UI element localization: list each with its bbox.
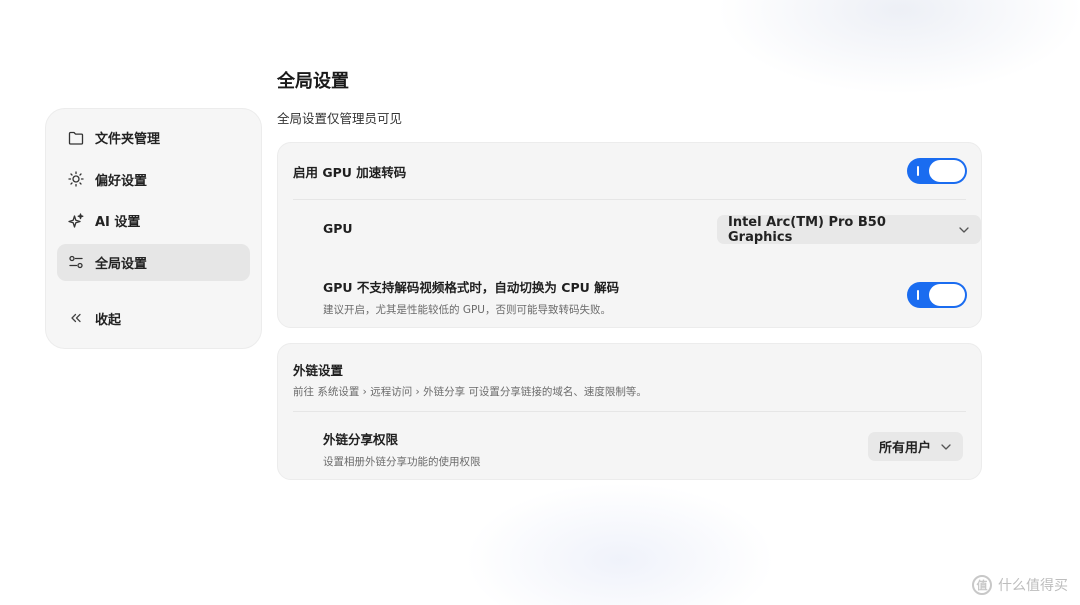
watermark-logo-icon: 值 [972,575,992,595]
toggle-knob [929,160,965,182]
sidebar-item-label: AI 设置 [95,215,141,230]
sidebar-item-label: 全局设置 [95,256,148,272]
sun-icon [67,170,85,188]
sidebar-item-folder-management[interactable]: 文件夹管理 [57,119,250,156]
double-chevron-left-icon [67,309,85,327]
share-link-title: 外链设置 [293,363,344,378]
cpu-fallback-toggle[interactable] [907,282,967,308]
sparkle-icon [67,212,85,230]
gpu-select-value: Intel Arc(TM) Pro B50 Graphics [728,214,886,245]
folder-icon [67,129,85,147]
cpu-fallback-row: GPU 不支持解码视频格式时，自动切换为 CPU 解码 建议开启，尤其是性能较低… [323,277,966,317]
sidebar-item-ai-settings[interactable]: AI 设置 [57,202,250,239]
gpu-settings-card: 启用 GPU 加速转码 GPU Intel Arc(TM) Pro B50 Gr… [277,142,982,328]
divider [293,411,966,412]
gpu-accel-toggle[interactable] [907,158,967,184]
page-title: 全局设置 [277,71,349,92]
gpu-accel-label: 启用 GPU 加速转码 [293,165,407,180]
sidebar-item-label: 偏好设置 [95,173,148,189]
toggle-on-indicator [917,290,919,300]
watermark: 值 什么值得买 [972,575,1068,595]
sidebar: 文件夹管理 偏好设置 AI 设置 全局设置 收起 [45,108,262,349]
page-subtitle: 全局设置仅管理员可见 [277,111,403,126]
share-link-header: 外链设置 前往 系统设置 › 远程访问 › 外链分享 可设置分享链接的域名、速度… [293,360,966,399]
cpu-fallback-label: GPU 不支持解码视频格式时，自动切换为 CPU 解码 [323,280,620,295]
cpu-fallback-desc: 建议开启，尤其是性能较低的 GPU，否则可能导致转码失败。 [323,304,611,316]
toggle-knob [929,284,965,306]
share-link-desc: 前往 系统设置 › 远程访问 › 外链分享 可设置分享链接的域名、速度限制等。 [293,386,647,398]
share-permission-select[interactable]: 所有用户 [868,432,964,461]
divider [293,199,966,200]
gpu-accel-row: 启用 GPU 加速转码 [293,162,966,181]
watermark-text: 什么值得买 [998,578,1068,594]
collapse-label: 收起 [95,312,122,328]
chevron-down-icon [959,226,969,233]
sliders-icon [67,253,85,271]
share-link-settings-card: 外链设置 前往 系统设置 › 远程访问 › 外链分享 可设置分享链接的域名、速度… [277,343,982,480]
gpu-select[interactable]: Intel Arc(TM) Pro B50 Graphics [717,214,981,245]
sidebar-collapse-button[interactable]: 收起 [57,300,250,337]
sidebar-item-label: 文件夹管理 [95,132,161,147]
toggle-on-indicator [917,166,919,176]
chevron-down-icon [941,443,951,450]
share-permission-value: 所有用户 [879,441,932,456]
sidebar-item-global-settings[interactable]: 全局设置 [57,243,250,281]
sidebar-item-preferences[interactable]: 偏好设置 [57,161,250,198]
